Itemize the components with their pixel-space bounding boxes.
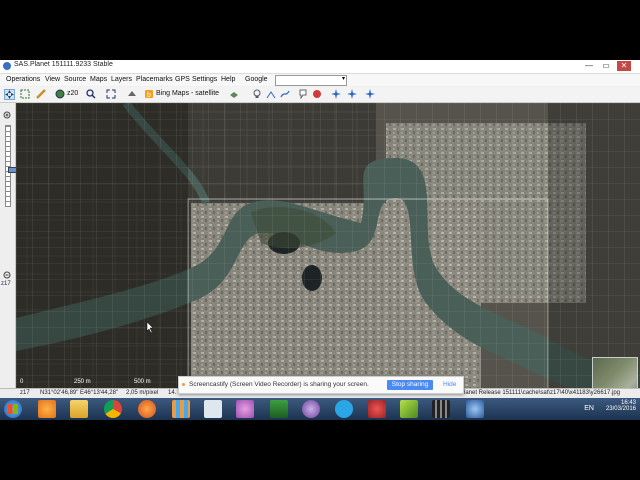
apps-grid-icon[interactable] <box>172 400 190 418</box>
globe-icon[interactable] <box>55 89 65 99</box>
menu-bar: Operations View Source Maps Layers Place… <box>0 74 640 86</box>
screen-capture-icon[interactable] <box>270 400 288 418</box>
placemark-icon[interactable] <box>298 89 308 100</box>
stop-sharing-button[interactable]: Stop sharing <box>387 380 433 390</box>
lightbulb-icon[interactable] <box>252 89 262 99</box>
select-area-icon[interactable] <box>20 89 30 99</box>
screen-share-bar: Screencastify (Screen Video Recorder) is… <box>178 376 464 394</box>
sas-planet-window: SAS.Planet 151111.9233 Stable — ▭ ✕ Oper… <box>0 60 640 420</box>
map-type-icon[interactable] <box>127 89 137 99</box>
zoom-level-indicator: z17 <box>1 281 11 287</box>
paint-icon[interactable] <box>236 400 254 418</box>
satellite-map[interactable]: 0 250 m 500 m <box>16 103 640 408</box>
minimize-button[interactable]: — <box>583 61 595 70</box>
search-dropdown-icon[interactable]: ▾ <box>342 75 345 82</box>
search-input[interactable]: ▾ <box>275 75 347 86</box>
status-tile-path: lanet Release 151111\cache\sat\z17\40\x4… <box>464 390 621 396</box>
tray-date: 23/03/2016 <box>605 406 636 412</box>
scale-label-zero: 0 <box>20 379 24 385</box>
file-manager-icon[interactable] <box>70 400 88 418</box>
gps-track-icon[interactable] <box>347 89 357 99</box>
share-message: Screencastify (Screen Video Recorder) is… <box>189 381 369 388</box>
editor-icon[interactable] <box>400 400 418 418</box>
taskbar: EN 16:43 23/03/2016 <box>0 398 640 420</box>
status-coordinates: N31°02'46,89" E46°13'44,28" <box>40 390 119 396</box>
menu-maps[interactable]: Maps <box>90 76 107 83</box>
gps-settings-icon[interactable] <box>365 89 375 99</box>
menu-help[interactable]: Help <box>221 76 235 83</box>
ruler-icon[interactable] <box>36 89 46 99</box>
menu-gps[interactable]: GPS <box>175 76 190 83</box>
zoom-slider[interactable] <box>5 125 20 207</box>
status-truncated: 14. <box>168 390 177 396</box>
skype-icon[interactable] <box>335 400 353 418</box>
status-zoom: z17 <box>20 390 30 396</box>
gps-icon[interactable] <box>331 89 341 99</box>
layers-icon[interactable] <box>229 89 239 99</box>
path-tool-icon[interactable] <box>266 89 276 99</box>
chrome-icon[interactable] <box>104 400 122 418</box>
menu-placemarks[interactable]: Placemarks <box>136 76 173 83</box>
menu-layers[interactable]: Layers <box>111 76 132 83</box>
menu-view[interactable]: View <box>45 76 60 83</box>
start-button[interactable] <box>4 400 22 418</box>
map-source-select[interactable]: Bing Maps - satellite <box>156 90 219 97</box>
recording-dot-icon <box>182 383 185 386</box>
menu-source[interactable]: Source <box>64 76 86 83</box>
window-title: SAS.Planet 151111.9233 Stable <box>14 61 113 68</box>
bing-logo-icon: b <box>144 89 154 99</box>
move-tool-icon[interactable] <box>4 89 15 100</box>
windows-logo-icon <box>8 404 18 414</box>
route-icon[interactable] <box>280 89 290 99</box>
calculator-icon[interactable] <box>204 400 222 418</box>
svg-text:b: b <box>147 92 151 99</box>
title-bar: SAS.Planet 151111.9233 Stable — ▭ ✕ <box>0 60 640 74</box>
scale-label-250m: 250 m <box>74 379 91 385</box>
app-globe-icon <box>3 62 11 70</box>
close-button[interactable]: ✕ <box>617 61 631 71</box>
menu-operations[interactable]: Operations <box>6 76 40 83</box>
tray-clock[interactable]: 16:43 23/03/2016 <box>606 400 636 412</box>
browser-alt-icon[interactable] <box>302 400 320 418</box>
menu-settings[interactable]: Settings <box>192 76 217 83</box>
zoom-panel: z17 <box>0 103 20 408</box>
media-player-icon[interactable] <box>38 400 56 418</box>
video-player-icon[interactable] <box>432 400 450 418</box>
maximize-button[interactable]: ▭ <box>600 61 612 70</box>
zoom-magnifier-icon[interactable] <box>86 89 96 99</box>
scale-label-500m: 500 m <box>134 379 151 385</box>
firefox-icon[interactable] <box>138 400 156 418</box>
zoom-in-icon[interactable] <box>3 107 12 125</box>
status-resolution: 2,05 m/pixel <box>126 390 159 396</box>
bug-tool-icon[interactable] <box>368 400 386 418</box>
tray-language[interactable]: EN <box>584 405 594 412</box>
hide-button[interactable]: Hide <box>443 381 456 388</box>
satellite-imagery <box>16 103 640 408</box>
network-app-icon[interactable] <box>466 400 484 418</box>
zoom-level-label[interactable]: z20 <box>67 90 78 97</box>
search-provider-select[interactable]: Google <box>245 76 268 83</box>
main-toolbar: z20 b Bing Maps - satellite <box>0 87 640 103</box>
stop-icon[interactable] <box>312 89 322 99</box>
fullscreen-icon[interactable] <box>106 89 116 99</box>
